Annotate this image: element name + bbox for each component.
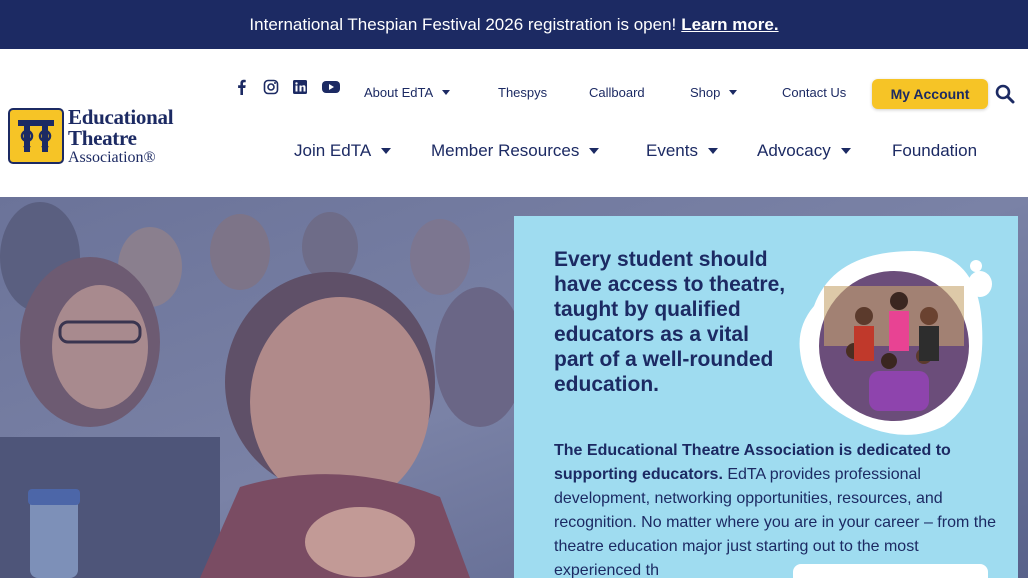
mission-headline: Every student should have access to thea… <box>554 248 786 396</box>
my-account-button[interactable]: My Account <box>872 79 988 109</box>
logo-mark-icon <box>8 108 64 164</box>
instagram-icon[interactable] <box>263 79 279 95</box>
nav-callboard[interactable]: Callboard <box>589 85 645 100</box>
mission-card: Every student should have access to thea… <box>514 216 1018 578</box>
announcement-bar: International Thespian Festival 2026 reg… <box>0 0 1028 49</box>
youtube-icon[interactable] <box>321 79 341 95</box>
logo-text: Educational Theatre Association® <box>68 104 174 166</box>
nav-contact[interactable]: Contact Us <box>782 85 846 100</box>
learn-more-link[interactable]: Learn more. <box>681 15 778 35</box>
linkedin-icon[interactable] <box>292 79 308 95</box>
nav-join[interactable]: Join EdTA <box>294 141 392 161</box>
logo[interactable]: Educational Theatre Association® <box>8 104 183 166</box>
chevron-down-icon <box>707 148 718 154</box>
chevron-down-icon <box>442 90 451 95</box>
chevron-down-icon <box>381 148 392 154</box>
search-icon[interactable] <box>995 84 1015 104</box>
nav-shop[interactable]: Shop <box>690 85 738 100</box>
social-links <box>234 79 341 95</box>
chevron-down-icon <box>589 148 600 154</box>
chevron-down-icon <box>729 90 738 95</box>
nav-about[interactable]: About EdTA <box>364 85 451 100</box>
mission-description: The Educational Theatre Association is d… <box>554 439 999 578</box>
nav-events[interactable]: Events <box>646 141 718 161</box>
nav-foundation[interactable]: Foundation <box>892 141 977 161</box>
chevron-down-icon <box>840 148 851 154</box>
students-photo <box>799 251 992 435</box>
nav-member-resources[interactable]: Member Resources <box>431 141 600 161</box>
announcement-text: International Thespian Festival 2026 reg… <box>249 14 677 34</box>
nav-thespys[interactable]: Thespys <box>498 85 547 100</box>
nav-advocacy[interactable]: Advocacy <box>757 141 851 161</box>
card-cta-button[interactable] <box>793 564 988 578</box>
site-header: Educational Theatre Association® About E… <box>0 49 1028 197</box>
facebook-icon[interactable] <box>234 79 250 95</box>
